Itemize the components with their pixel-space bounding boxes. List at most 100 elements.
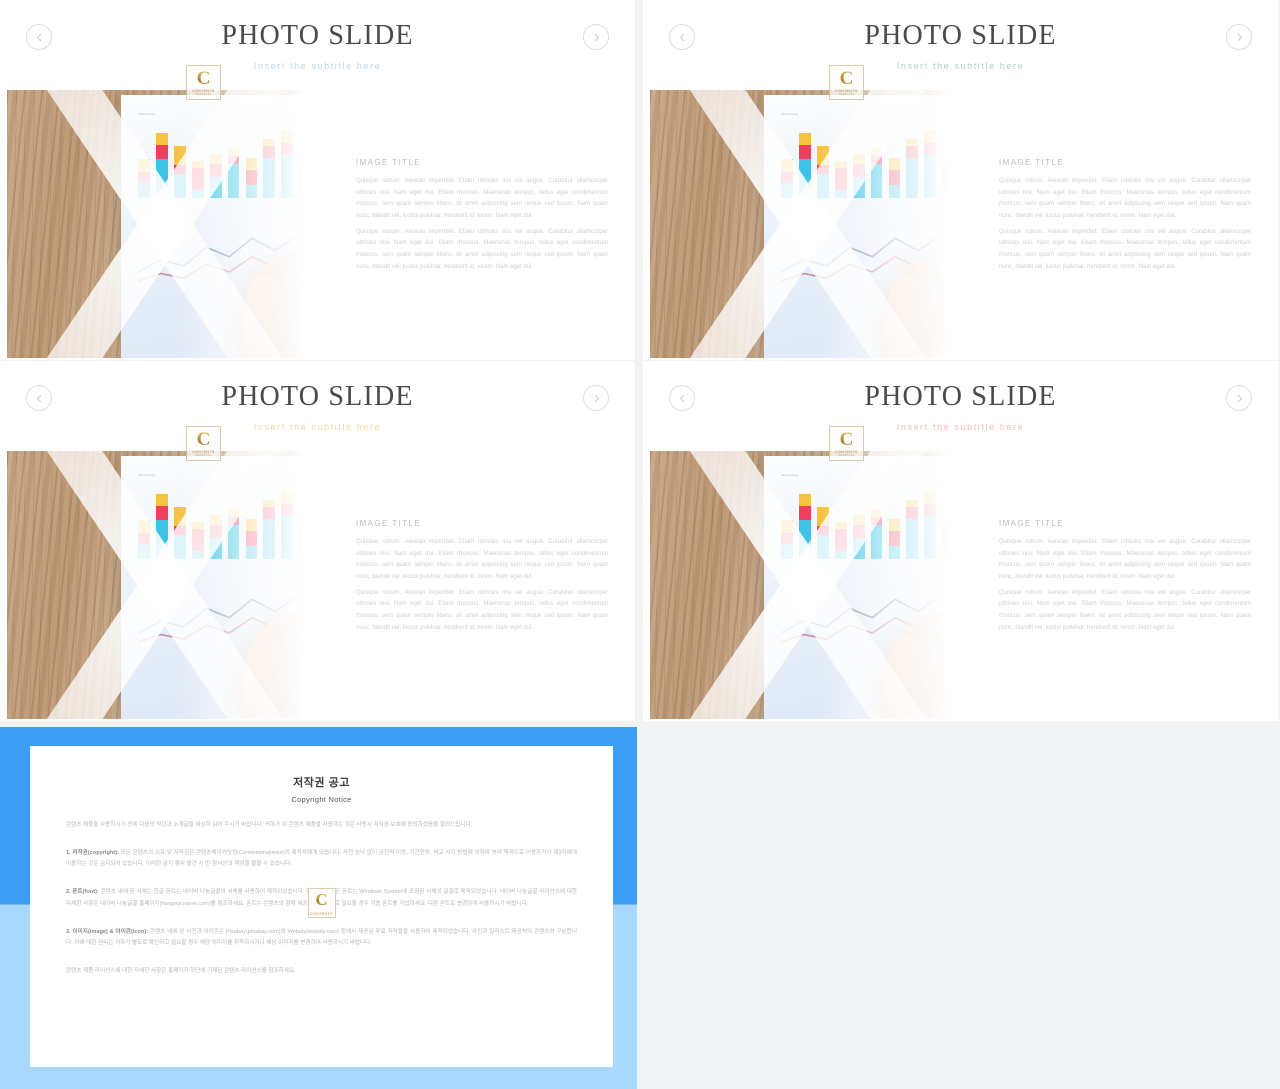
bar-segment: [799, 494, 812, 506]
copyright-intro: 콘텐츠 제품을 사용하시기 전에 다음의 약관과 소개글을 세심히 읽어 주시기…: [66, 822, 473, 828]
slide-preview-page: PHOTO SLIDE Insert the subtitle here Mar…: [0, 0, 1280, 1089]
bar-segment: [781, 182, 794, 199]
bar-segment: [156, 520, 169, 560]
watermark-line2: TEMPLATE: [838, 92, 855, 96]
photo-fade-overlay: [177, 90, 323, 358]
chart-label-top: Marketing: [138, 473, 156, 478]
watermark-badge: C CONTENTS TEMPLATE: [829, 426, 864, 461]
copyright-item: 1. 저작권(copyright): 모든 콘텐츠의 소유 및 저작권은 콘텐츠…: [66, 848, 577, 871]
page-title: PHOTO SLIDE: [864, 20, 1057, 51]
image-title: IMAGE TITLE: [356, 519, 422, 528]
watermark-line1: CONTENTS: [310, 912, 333, 916]
bar-segment: [138, 533, 151, 544]
body-paragraph: Quisque rutrum. Aenean imperdiet. Etiam …: [356, 228, 608, 270]
body-paragraph: Quisque rutrum. Aenean imperdiet. Etiam …: [999, 539, 1251, 581]
chart-label-top: Marketing: [781, 112, 799, 117]
slide-text-column: IMAGE TITLE Quisque rutrum. Aenean imper…: [999, 519, 1251, 635]
body-paragraph: Quisque rutrum. Aenean imperdiet. Etiam …: [999, 178, 1251, 220]
bar-column: [781, 159, 794, 199]
slide-header: PHOTO SLIDE Insert the subtitle here: [0, 361, 635, 447]
bar-segment: [156, 505, 169, 521]
copyright-sheet: 저작권 공고 Copyright Notice 콘텐츠 제품을 사용하시기 전에…: [30, 746, 613, 1067]
slide-header: PHOTO SLIDE Insert the subtitle here: [643, 361, 1278, 447]
bar-segment: [781, 533, 794, 544]
page-title: PHOTO SLIDE: [221, 381, 414, 412]
bar-column: [781, 520, 794, 560]
bar-segment: [156, 494, 169, 506]
copyright-item-text: 모든 콘텐츠의 소유 및 저작권은 콘텐츠메이커닷컴(Contentsmakeo…: [66, 849, 577, 868]
slide-panel-2[interactable]: PHOTO SLIDE Insert the subtitle here Mar…: [643, 0, 1278, 360]
chart-label-mid: Business Items: [138, 570, 165, 575]
chevron-left-icon[interactable]: [26, 385, 52, 411]
slide-header: PHOTO SLIDE Insert the subtitle here: [643, 0, 1278, 86]
bar-segment: [781, 159, 794, 173]
copyright-heading-ko: 저작권 공고: [293, 777, 350, 789]
chevron-right-icon[interactable]: [1226, 24, 1252, 50]
chevron-right-icon[interactable]: [583, 385, 609, 411]
watermark-letter: C: [315, 890, 328, 909]
slide-subtitle: Insert the subtitle here: [253, 422, 382, 432]
bar-column: [138, 159, 151, 199]
watermark-letter: C: [839, 428, 854, 450]
slide-panel-4[interactable]: PHOTO SLIDE Insert the subtitle here Mar…: [643, 361, 1278, 721]
image-title: IMAGE TITLE: [356, 158, 422, 167]
image-title: IMAGE TITLE: [999, 158, 1065, 167]
slide-text-column: IMAGE TITLE Quisque rutrum. Aenean imper…: [356, 158, 608, 274]
slide-panel-1[interactable]: PHOTO SLIDE Insert the subtitle here Mar…: [0, 0, 635, 360]
bar-segment: [138, 520, 151, 534]
slide-subtitle: Insert the subtitle here: [253, 61, 382, 71]
watermark-badge: C CONTENTS TEMPLATE: [829, 65, 864, 100]
chevron-left-icon[interactable]: [26, 24, 52, 50]
chart-label-top: Marketing: [138, 112, 156, 117]
slide-photo: Marketing Business Items: [7, 90, 323, 358]
bar-segment: [138, 159, 151, 173]
bar-segment: [138, 172, 151, 183]
copyright-item-label: 1. 저작권(copyright):: [66, 849, 119, 856]
bar-segment: [799, 133, 812, 145]
body-paragraph: Quisque rutrum. Aenean imperdiet. Etiam …: [356, 539, 608, 581]
bar-segment: [138, 543, 151, 560]
slide-text-column: IMAGE TITLE Quisque rutrum. Aenean imper…: [356, 519, 608, 635]
slide-photo: Marketing Business Items: [650, 451, 966, 719]
image-title: IMAGE TITLE: [999, 519, 1065, 528]
chart-label-mid: Business Items: [781, 209, 808, 214]
chevron-left-icon[interactable]: [669, 385, 695, 411]
slide-photo: Marketing Business Items: [650, 90, 966, 358]
photo-fade-overlay: [820, 451, 966, 719]
bar-segment: [799, 520, 812, 560]
chevron-left-icon[interactable]: [669, 24, 695, 50]
body-paragraph: Quisque rutrum. Aenean imperdiet. Etiam …: [999, 589, 1251, 631]
photo-fade-overlay: [177, 451, 323, 719]
bar-column: [799, 133, 812, 199]
watermark-line2: TEMPLATE: [195, 92, 212, 96]
watermark-badge: C CONTENTS TEMPLATE: [186, 426, 221, 461]
chevron-right-icon[interactable]: [1226, 385, 1252, 411]
watermark-line2: TEMPLATE: [838, 453, 855, 457]
watermark-letter: C: [839, 67, 854, 89]
chart-label-mid: Business Items: [781, 570, 808, 575]
watermark-line2: TEMPLATE: [195, 453, 212, 457]
body-paragraph: Quisque rutrum. Aenean imperdiet. Etiam …: [356, 178, 608, 220]
bar-segment: [799, 505, 812, 521]
bar-segment: [156, 159, 169, 199]
slide-photo: Marketing Business Items: [7, 451, 323, 719]
slide-panel-3[interactable]: PHOTO SLIDE Insert the subtitle here Mar…: [0, 361, 635, 721]
copyright-item: 3. 이미지(image) & 아이콘(icon): 콘텐츠 내에 된 사진과 …: [66, 927, 577, 950]
chevron-right-icon[interactable]: [583, 24, 609, 50]
slide-text-column: IMAGE TITLE Quisque rutrum. Aenean imper…: [999, 158, 1251, 274]
chart-label-mid: Business Items: [138, 209, 165, 214]
page-title: PHOTO SLIDE: [221, 20, 414, 51]
body-paragraph: Quisque rutrum. Aenean imperdiet. Etiam …: [356, 589, 608, 631]
bar-column: [156, 494, 169, 560]
bar-segment: [799, 144, 812, 160]
copyright-item-label: 3. 이미지(image) & 아이콘(icon):: [66, 928, 149, 935]
slide-header: PHOTO SLIDE Insert the subtitle here: [0, 0, 635, 86]
watermark-badge: C CONTENTS TEMPLATE: [186, 65, 221, 100]
watermark-letter: C: [196, 67, 211, 89]
copyright-panel: 저작권 공고 Copyright Notice 콘텐츠 제품을 사용하시기 전에…: [0, 727, 637, 1089]
copyright-outro: 콘텐츠 제품 라이선스에 대한 자세한 사항은 홈페이지 하단에 기재된 콘텐츠…: [66, 968, 296, 975]
chart-label-top: Marketing: [781, 473, 799, 478]
bar-segment: [781, 520, 794, 534]
slide-subtitle: Insert the subtitle here: [896, 422, 1025, 432]
bar-segment: [781, 172, 794, 183]
